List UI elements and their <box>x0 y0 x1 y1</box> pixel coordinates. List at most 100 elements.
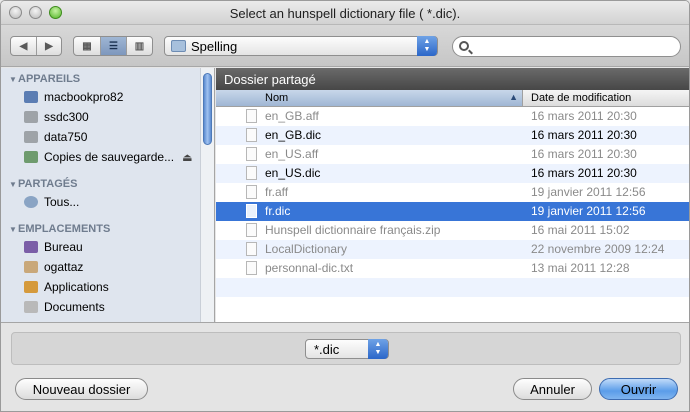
sidebar-item-data750[interactable]: data750 <box>24 128 87 146</box>
document-icon <box>246 109 257 123</box>
home-icon <box>24 261 38 273</box>
disclosure-triangle-icon: ▼ <box>9 75 17 84</box>
file-name: en_US.aff <box>265 147 319 161</box>
file-date: 19 janvier 2011 12:56 <box>531 185 646 199</box>
sidebar-item-label: Tous... <box>44 195 80 209</box>
file-row: en_GB.aff 16 mars 2011 20:30 <box>216 107 689 126</box>
sidebar-section-places[interactable]: ▼EMPLACEMENTS <box>9 223 110 235</box>
arrow-right-icon: ▶ <box>45 40 53 52</box>
document-icon <box>246 185 257 199</box>
dialog-footer: *.dic ▲ ▼ Nouveau dossier Annuler Ouvrir <box>1 322 689 411</box>
file-row: Hunspell dictionnaire français.zip 16 mai… <box>216 221 689 240</box>
file-name: en_GB.dic <box>265 128 322 142</box>
section-label: APPAREILS <box>18 73 81 85</box>
open-button[interactable]: Ouvrir <box>599 378 678 400</box>
sidebar-item-ogattaz[interactable]: ogattaz <box>24 258 83 276</box>
document-icon <box>246 128 257 142</box>
file-date: 16 mars 2011 20:30 <box>531 128 637 142</box>
file-row: personnal-dic.txt 13 mai 2011 12:28 <box>216 259 689 278</box>
window-title: Select an hunspell dictionary file ( *.d… <box>229 6 461 21</box>
document-icon <box>246 242 257 256</box>
sidebar-item-label: Copies de sauvegarde... <box>44 150 175 164</box>
location-popup[interactable]: Spelling ▲ ▼ <box>164 36 438 56</box>
folder-header: Dossier partagé <box>216 68 689 90</box>
applications-icon <box>24 281 38 293</box>
sidebar-item-label: data750 <box>44 130 88 144</box>
empty-row <box>216 278 689 297</box>
column-header-name[interactable]: Nom ▲ <box>216 90 523 106</box>
list-view-button[interactable]: ☰ <box>101 37 127 55</box>
forward-button[interactable]: ▶ <box>37 37 61 55</box>
disclosure-triangle-icon: ▼ <box>9 225 17 234</box>
sort-ascending-icon: ▲ <box>509 92 518 102</box>
sidebar-item-label: Bureau <box>44 240 83 254</box>
search-input[interactable] <box>475 39 675 54</box>
back-button[interactable]: ◀ <box>11 37 37 55</box>
chevron-up-down-icon: ▲ ▼ <box>368 339 388 359</box>
file-name: personnal-dic.txt <box>265 261 354 275</box>
column-label: Nom <box>265 92 289 104</box>
file-type-popup[interactable]: *.dic ▲ ▼ <box>305 339 389 359</box>
search-icon <box>459 41 469 51</box>
file-name: en_US.dic <box>265 166 321 180</box>
file-date: 16 mai 2011 15:02 <box>531 223 630 237</box>
file-type-label: *.dic <box>314 342 340 357</box>
view-mode-control: ▦ ☰ ▥ <box>73 36 153 56</box>
scrollbar-thumb[interactable] <box>203 73 212 145</box>
file-row: fr.aff 19 janvier 2011 12:56 <box>216 183 689 202</box>
sidebar-item-label: Applications <box>44 280 109 294</box>
file-row: LocalDictionary 22 novembre 2009 12:24 <box>216 240 689 259</box>
drive-icon <box>24 111 38 123</box>
file-row-selected[interactable]: fr.dic 19 janvier 2011 12:56 <box>216 202 689 221</box>
sidebar-item-label: Documents <box>44 300 105 314</box>
sidebar-item-bureau[interactable]: Bureau <box>24 238 83 256</box>
cancel-button[interactable]: Annuler <box>513 378 592 400</box>
zip-archive-icon <box>246 223 257 237</box>
file-name: Hunspell dictionnaire français.zip <box>265 223 441 237</box>
file-name: fr.dic <box>265 204 291 218</box>
sidebar-scrollbar[interactable] <box>200 68 214 322</box>
sidebar-item-label: ssdc300 <box>44 110 89 124</box>
new-folder-button[interactable]: Nouveau dossier <box>15 378 148 400</box>
file-row[interactable]: en_US.dic 16 mars 2011 20:30 <box>216 164 689 183</box>
sidebar-item-backups[interactable]: Copies de sauvegarde... ⏏ <box>24 148 193 166</box>
file-name: LocalDictionary <box>265 242 348 256</box>
file-date: 13 mai 2011 12:28 <box>531 261 630 275</box>
desktop-icon <box>24 241 38 253</box>
file-date: 16 mars 2011 20:30 <box>531 109 637 123</box>
sidebar-item-ssdc300[interactable]: ssdc300 <box>24 108 89 126</box>
sidebar-item-label: ogattaz <box>44 260 84 274</box>
file-date: 16 mars 2011 20:30 <box>531 147 637 161</box>
search-field[interactable] <box>452 36 681 57</box>
sidebar-section-shared[interactable]: ▼PARTAGÉS <box>9 178 78 190</box>
icon-view-button[interactable]: ▦ <box>74 37 101 55</box>
document-icon <box>246 147 257 161</box>
laptop-icon <box>24 91 38 103</box>
file-date: 16 mars 2011 20:30 <box>531 166 637 180</box>
sidebar-item-documents[interactable]: Documents <box>24 298 105 316</box>
backup-drive-icon <box>24 151 38 163</box>
section-label: EMPLACEMENTS <box>18 223 111 235</box>
column-header-date[interactable]: Date de modification <box>531 92 631 104</box>
disclosure-triangle-icon: ▼ <box>9 180 17 189</box>
sidebar-item-label: macbookpro82 <box>44 90 124 104</box>
sidebar-item-macbookpro82[interactable]: macbookpro82 <box>24 88 123 106</box>
file-list: en_GB.aff 16 mars 2011 20:30 en_GB.dic 16 … <box>216 107 689 322</box>
network-icon <box>24 196 38 208</box>
back-forward-control: ◀ ▶ <box>10 36 62 56</box>
section-label: PARTAGÉS <box>18 178 78 190</box>
sidebar-item-all-shared[interactable]: Tous... <box>24 193 79 211</box>
documents-icon <box>24 301 38 313</box>
column-view-button[interactable]: ▥ <box>127 37 152 55</box>
sidebar-item-applications[interactable]: Applications <box>24 278 109 296</box>
sidebar-section-devices[interactable]: ▼APPAREILS <box>9 73 80 85</box>
eject-icon[interactable]: ⏏ <box>182 151 192 164</box>
list-view-icon: ☰ <box>109 40 118 52</box>
column-view-icon: ▥ <box>134 40 145 52</box>
text-file-icon <box>246 261 257 275</box>
file-row: en_US.aff 16 mars 2011 20:30 <box>216 145 689 164</box>
chevron-up-down-icon: ▲ ▼ <box>417 36 437 56</box>
file-row[interactable]: en_GB.dic 16 mars 2011 20:30 <box>216 126 689 145</box>
file-name: en_GB.aff <box>265 109 319 123</box>
title-bar: Select an hunspell dictionary file ( *.d… <box>1 1 689 25</box>
